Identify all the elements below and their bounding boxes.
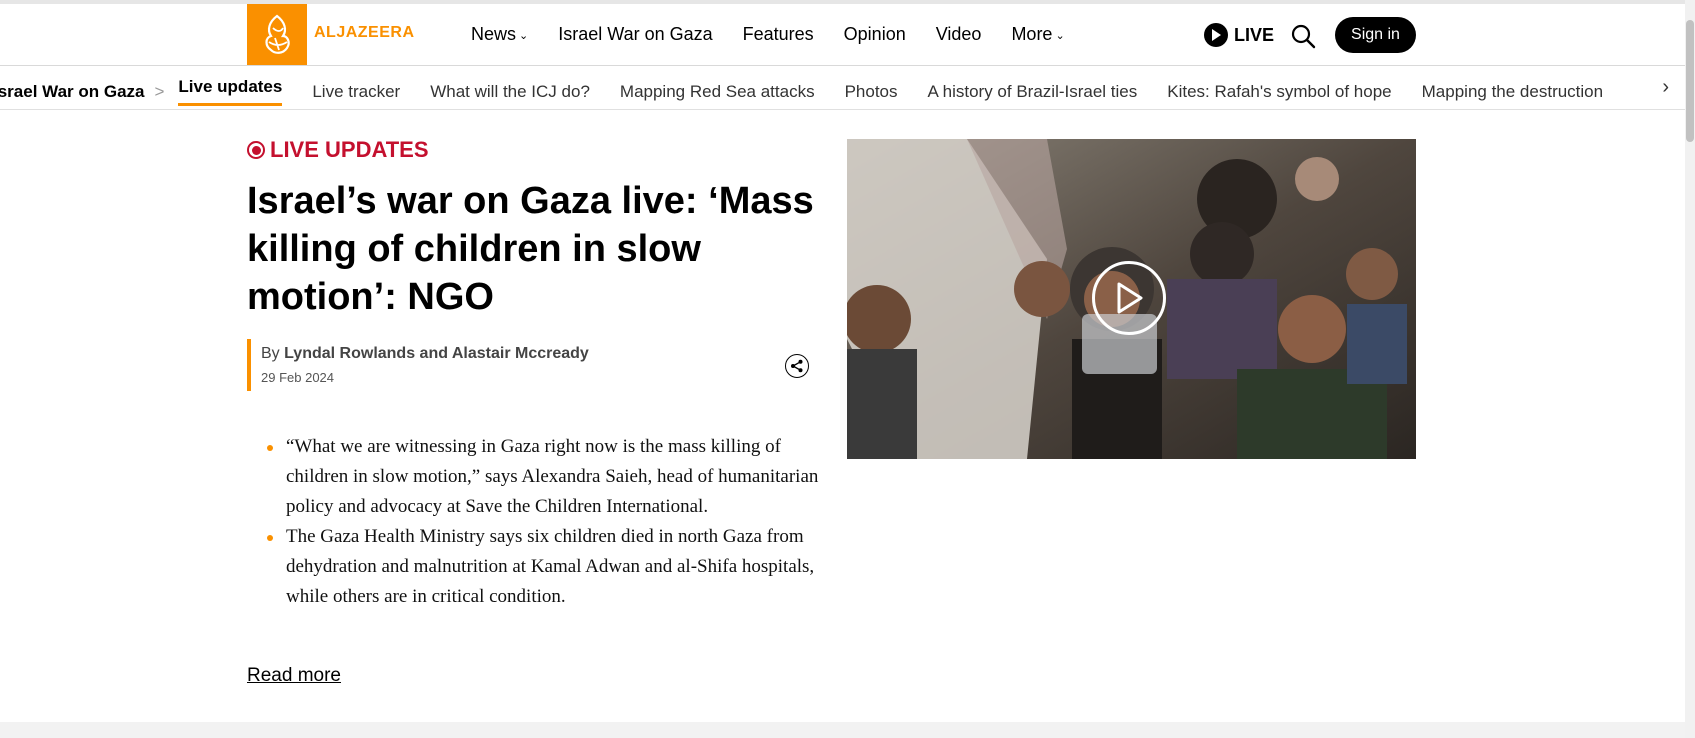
summary-list: “What we are witnessing in Gaza right no… <box>265 432 825 612</box>
byline: By Lyndal Rowlands and Alastair Mccready… <box>247 339 589 391</box>
scrollbar-thumb[interactable] <box>1686 20 1694 142</box>
nav-opinion-label: Opinion <box>843 24 906 44</box>
play-circle-icon <box>1204 23 1228 47</box>
article-headline: Israel’s war on Gaza live: ‘Mass killing… <box>247 180 814 318</box>
main-nav: News ⌄ Israel War on Gaza Features Opini… <box>471 24 1095 45</box>
nav-israel-war-on-gaza[interactable]: Israel War on Gaza <box>558 24 712 45</box>
summary-item: “What we are witnessing in Gaza right no… <box>265 432 825 522</box>
live-updates-label: LIVE UPDATES <box>247 137 429 163</box>
byline-authors[interactable]: Lyndal Rowlands and Alastair Mccready <box>284 345 589 362</box>
topic-subnav: Israel War on Gaza > Live updates Live t… <box>0 66 1685 110</box>
live-updates-text: LIVE UPDATES <box>270 137 429 162</box>
live-button[interactable]: LIVE <box>1204 23 1274 47</box>
aljazeera-logo-icon[interactable] <box>247 4 307 65</box>
byline-prefix: By <box>261 345 280 362</box>
subnav-kites-rafah[interactable]: Kites: Rafah's symbol of hope <box>1167 82 1391 102</box>
nav-more-label: More <box>1011 24 1053 44</box>
nav-news-label: News <box>471 24 517 44</box>
byline-authors-line: By Lyndal Rowlands and Alastair Mccready <box>261 345 589 363</box>
sign-in-button[interactable]: Sign in <box>1335 17 1416 53</box>
logo-wordmark[interactable]: ALJAZEERA <box>314 24 415 42</box>
nav-opinion[interactable]: Opinion <box>844 24 906 45</box>
chevron-down-icon: ⌄ <box>1055 30 1065 42</box>
subnav-icj[interactable]: What will the ICJ do? <box>430 82 590 102</box>
live-dot-icon <box>247 141 265 159</box>
subnav-red-sea[interactable]: Mapping Red Sea attacks <box>620 82 815 102</box>
subnav-brazil-israel[interactable]: A history of Brazil-Israel ties <box>928 82 1138 102</box>
hero-video[interactable] <box>847 139 1416 459</box>
breadcrumb[interactable]: Israel War on Gaza <box>0 82 144 102</box>
publish-date: 29 Feb 2024 <box>261 370 335 385</box>
subnav-live-tracker[interactable]: Live tracker <box>312 82 400 102</box>
nav-more[interactable]: More ⌄ <box>1011 24 1064 45</box>
chevron-down-icon: ⌄ <box>519 30 529 42</box>
summary-item: The Gaza Health Ministry says six childr… <box>265 522 825 612</box>
play-button-icon[interactable] <box>1092 261 1166 335</box>
nav-israel-war-label: Israel War on Gaza <box>558 24 713 44</box>
share-icon[interactable] <box>785 354 809 378</box>
subnav-row: Israel War on Gaza > Live updates Live t… <box>0 77 1633 106</box>
subnav-photos[interactable]: Photos <box>845 82 898 102</box>
nav-video[interactable]: Video <box>936 24 982 45</box>
nav-video-label: Video <box>935 24 982 44</box>
nav-news[interactable]: News ⌄ <box>471 24 528 45</box>
subnav-live-updates[interactable]: Live updates <box>178 77 283 106</box>
chevron-right-icon[interactable]: › <box>1654 76 1669 99</box>
nav-features[interactable]: Features <box>743 24 814 45</box>
live-label: LIVE <box>1234 24 1275 45</box>
search-icon[interactable] <box>1290 23 1316 49</box>
nav-features-label: Features <box>742 24 814 44</box>
site-header: ALJAZEERA News ⌄ Israel War on Gaza Feat… <box>0 4 1685 66</box>
breadcrumb-separator: > <box>154 81 165 101</box>
read-more-link[interactable]: Read more <box>247 665 341 687</box>
footer-band <box>0 722 1685 738</box>
subnav-mapping-destruction[interactable]: Mapping the destruction <box>1422 82 1603 102</box>
